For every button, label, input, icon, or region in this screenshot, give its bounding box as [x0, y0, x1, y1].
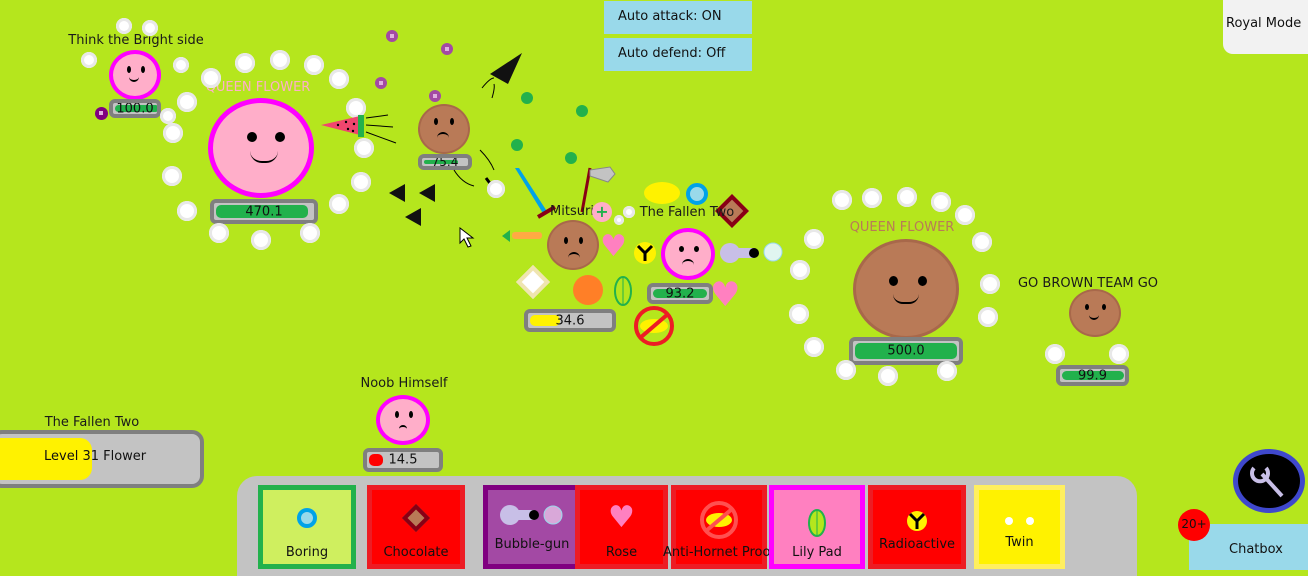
heart-icon: ♥ [710, 275, 741, 315]
orange-icon [573, 275, 603, 305]
hotbar-slot-chocolate[interactable]: Chocolate [367, 485, 465, 569]
auto-attack-toggle[interactable]: Auto attack: ON [604, 1, 752, 34]
boring-icon [686, 183, 708, 205]
hotbar-slot-lily-pad[interactable]: Lily Pad [769, 485, 865, 569]
auto-defend-toggle[interactable]: Auto defend: Off [604, 38, 752, 71]
chat-unread-badge: 20+ [1178, 509, 1210, 541]
wrench-icon [1250, 466, 1284, 498]
game-mode-text: Royal Mode [1226, 16, 1302, 31]
flower-body [1069, 289, 1121, 337]
lemon-icon [644, 182, 680, 204]
game-mode-label: Royal Mode [1223, 0, 1308, 54]
flower-body [418, 104, 470, 154]
boring-petal-icon [297, 508, 317, 529]
heart-icon: ♥ [600, 229, 627, 264]
stinger-trails [453, 149, 495, 187]
flower-body [661, 228, 715, 280]
settings-button[interactable] [1233, 449, 1305, 513]
player-name: Noob Himself [360, 376, 448, 391]
radioactive-petal-icon [907, 511, 927, 532]
hotbar-slot-anti-hornet-proof[interactable]: Anti-Hornet Proof [663, 485, 775, 569]
hotbar-slot-radioactive[interactable]: Radioactive [868, 485, 966, 569]
triangle-projectiles-icon [389, 184, 435, 226]
flower-body [109, 50, 161, 100]
radioactive-icon [634, 242, 656, 264]
rose-heal-icon: + [592, 202, 612, 222]
player-name: Mitsuri [550, 204, 594, 219]
flower-body [376, 395, 430, 445]
anti-hornet-petal-icon [700, 500, 738, 539]
level-text: Level 31 Flower [44, 449, 147, 464]
hotbar-slot-twin[interactable]: Twin [974, 485, 1065, 569]
lily-pad-petal-icon [808, 509, 826, 538]
level-player-name: The Fallen Two [44, 415, 140, 430]
carrot-icon [502, 230, 542, 242]
health-bar: 14.5 [363, 448, 443, 472]
flower-body [853, 239, 959, 339]
watermelon-projectile-icon [321, 114, 397, 144]
health-bar: 93.2 [647, 283, 713, 304]
level-xp-bar: 34.6 [524, 309, 616, 332]
flower-body [547, 220, 599, 270]
chat-unread-count: 20+ [1181, 517, 1207, 531]
health-bar: 470.1 [210, 199, 318, 224]
mouse-cursor-icon [459, 227, 475, 248]
chocolate-petal-icon [401, 503, 431, 533]
flower-body [208, 98, 314, 198]
hotbar-slot-rose[interactable]: ♥ Rose [575, 485, 668, 569]
player-name: Think the Bright side [68, 33, 204, 48]
player-name: The Fallen Two [639, 205, 735, 220]
health-bar: 99.9 [1056, 365, 1129, 386]
twin-petal-icon [1004, 517, 1035, 526]
rose-petal-icon: ♥ [608, 500, 635, 536]
level-bar: Level 31 Flower [0, 430, 204, 488]
hotbar-slot-boring[interactable]: Boring [258, 485, 356, 569]
player-name: QUEEN FLOWER [849, 220, 955, 235]
bubble-gun-petal-icon [500, 505, 563, 526]
missile-icon [481, 53, 522, 99]
bubble-gun-icon [720, 242, 783, 263]
diamond-icon [516, 265, 550, 299]
player-name: QUEEN FLOWER [205, 80, 311, 95]
leaf-icon [614, 276, 632, 306]
anti-hornet-icon [634, 306, 674, 346]
chatbox-label: Chatbox [1229, 542, 1283, 557]
health-bar: 100.0 [109, 99, 161, 118]
